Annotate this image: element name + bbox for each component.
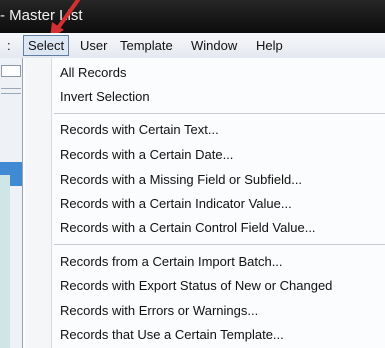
menu-item-export-status[interactable]: Records with Export Status of New or Cha… xyxy=(60,277,332,295)
menu-icon-column xyxy=(25,58,52,348)
menu-select[interactable]: Select xyxy=(23,35,70,56)
menu-item-missing-field[interactable]: Records with a Missing Field or Subfield… xyxy=(60,171,302,189)
menu-item-truncated[interactable]: : xyxy=(7,36,11,55)
menu-template[interactable]: Template xyxy=(120,36,173,55)
menu-item-indicator-value[interactable]: Records with a Certain Indicator Value..… xyxy=(60,195,292,213)
menu-window[interactable]: Window xyxy=(191,36,237,55)
divider xyxy=(1,93,21,94)
menu-user[interactable]: User xyxy=(80,36,107,55)
menu-item-import-batch[interactable]: Records from a Certain Import Batch... xyxy=(60,253,283,271)
background-band xyxy=(0,175,10,348)
toolbar-fragment xyxy=(1,65,21,77)
menu-help[interactable]: Help xyxy=(256,36,283,55)
menu-item-control-field-value[interactable]: Records with a Certain Control Field Val… xyxy=(60,219,316,237)
menu-separator xyxy=(54,244,385,245)
menu-separator xyxy=(54,113,385,114)
menu-item-all-records[interactable]: All Records xyxy=(60,64,126,82)
menu-item-certain-date[interactable]: Records with a Certain Date... xyxy=(60,146,233,164)
divider xyxy=(1,88,21,89)
menu-item-invert-selection[interactable]: Invert Selection xyxy=(60,88,150,106)
menu-item-certain-template[interactable]: Records that Use a Certain Template... xyxy=(60,326,284,344)
menu-item-certain-text[interactable]: Records with Certain Text... xyxy=(60,121,219,139)
menu-bar: : Select User Template Window Help xyxy=(0,33,385,59)
menu-item-errors-warnings[interactable]: Records with Errors or Warnings... xyxy=(60,302,258,320)
